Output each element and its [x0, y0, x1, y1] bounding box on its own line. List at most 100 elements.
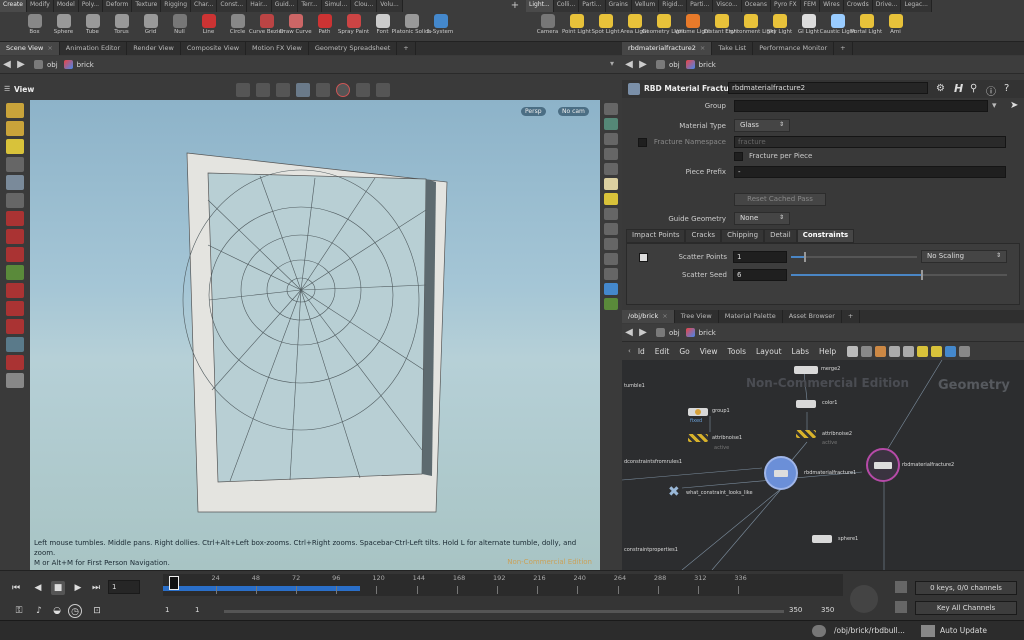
tile-icon[interactable] — [903, 345, 915, 357]
jump-end-icon[interactable]: ⏭ — [89, 581, 103, 595]
menu-edit[interactable]: Edit — [655, 347, 670, 356]
back-arrow-icon[interactable]: ◀ — [0, 59, 14, 70]
shelf-tab-oceans[interactable]: Oceans — [741, 0, 771, 12]
headlight-icon[interactable] — [604, 193, 618, 205]
shelf-tab-parti[interactable]: Parti... — [579, 0, 606, 12]
palette-icon[interactable] — [889, 345, 901, 357]
light-bulb-icon[interactable] — [604, 178, 618, 190]
tool-caustic-light[interactable]: Caustic Light — [820, 12, 855, 42]
wrench-icon[interactable] — [847, 345, 859, 357]
scaling-menu[interactable]: No Scaling ⇕ — [921, 250, 1007, 263]
select-points-icon[interactable] — [6, 121, 24, 136]
menu-labs[interactable]: Labs — [792, 347, 809, 356]
ruler-icon[interactable] — [604, 268, 618, 280]
node-merge2[interactable] — [794, 366, 818, 374]
tool-camera[interactable]: Camera — [533, 12, 562, 42]
update-mode-icon[interactable] — [921, 625, 935, 637]
shelf-tab-guid[interactable]: Guid... — [271, 0, 299, 12]
scatter-points-field[interactable]: 1 — [733, 251, 787, 263]
fracture-per-piece-checkbox[interactable] — [734, 152, 743, 161]
range-icon[interactable]: ⊡ — [90, 604, 104, 618]
tool-volume-light[interactable]: Volume Light — [675, 12, 710, 42]
display-options-icon[interactable] — [316, 83, 330, 97]
shelf-tab-rigging[interactable]: Rigging — [161, 0, 192, 12]
shelf-tab-poly[interactable]: Poly... — [78, 0, 104, 12]
render-region-icon[interactable] — [336, 83, 350, 97]
display-icon[interactable] — [604, 103, 618, 115]
tool-portal-light[interactable]: Portal Light — [851, 12, 882, 42]
tool-spray-paint[interactable]: Spray Paint — [338, 12, 369, 42]
menu-tools[interactable]: Tools — [728, 347, 746, 356]
end-frame-field[interactable]: 350 — [786, 604, 814, 616]
key-all-channels-button[interactable]: Key All Channels — [915, 601, 1017, 615]
window-frame-model[interactable] — [30, 100, 600, 570]
shelf-tab-vellum[interactable]: Vellum — [631, 0, 660, 12]
shelf-tab-const[interactable]: Const... — [217, 0, 248, 12]
tab-performance-monitor[interactable]: Performance Monitor — [753, 42, 835, 55]
tab-geometry-spreadsheet[interactable]: Geometry Spreadsheet — [309, 42, 398, 55]
tool-geometry-light[interactable]: Geometry Light — [642, 12, 685, 42]
point-display-icon[interactable] — [604, 148, 618, 160]
brush-icon[interactable] — [6, 319, 24, 334]
node-attribnoise1[interactable] — [688, 434, 708, 442]
tool-tube[interactable]: Tube — [78, 12, 107, 42]
node-attribnoise2[interactable] — [796, 430, 816, 438]
range-slider[interactable] — [224, 610, 784, 613]
tab-take-list[interactable]: Take List — [712, 42, 754, 55]
shelf-tab-terr[interactable]: Terr... — [298, 0, 322, 12]
pencil-icon[interactable] — [604, 238, 618, 250]
help-h-icon[interactable]: H — [954, 82, 963, 95]
tool-curve-bezier[interactable]: Curve Bezier — [249, 12, 284, 42]
timeline-ruler[interactable]: 24 48 72 96 120 144 168 192 216 240 264 288 312 336 — [163, 574, 843, 596]
view-menu-icon[interactable]: ☰ — [4, 85, 10, 93]
path-dropdown-icon[interactable]: ▾ — [610, 59, 614, 68]
sphere-display-icon[interactable] — [604, 283, 618, 295]
subtab-chipping[interactable]: Chipping — [721, 229, 765, 243]
tool-null[interactable]: Null — [165, 12, 194, 42]
forward-arrow-icon[interactable]: ▶ — [14, 59, 28, 70]
playhead[interactable] — [169, 576, 179, 590]
scatter-seed-slider-knob[interactable] — [920, 270, 923, 280]
tool-environment-light[interactable]: Environment Light — [725, 12, 776, 42]
keyframe-icon[interactable]: ⚿ — [12, 604, 26, 618]
info-icon[interactable]: ⓘ — [986, 83, 996, 98]
tool-gi-light[interactable]: GI Light — [794, 12, 823, 42]
node-rbdmaterialfracture1[interactable] — [764, 456, 798, 490]
tab-material-palette[interactable]: Material Palette — [719, 310, 783, 323]
color-icon[interactable] — [945, 345, 957, 357]
key-wheel-icon[interactable] — [850, 585, 878, 613]
menu-layout[interactable]: Layout — [756, 347, 782, 356]
start-frame-field-2[interactable]: 1 — [192, 604, 220, 616]
scatter-seed-field[interactable]: 6 — [733, 269, 787, 281]
stop-icon[interactable]: ■ — [51, 581, 65, 595]
shelf-tab-char[interactable]: Char... — [191, 0, 218, 12]
shelf-tab-legac[interactable]: Legac... — [901, 0, 932, 12]
shelf-tab-model[interactable]: Model — [53, 0, 79, 12]
menu-id[interactable]: Id — [638, 347, 645, 356]
shelf-tab-pyro-fx[interactable]: Pyro FX — [771, 0, 801, 12]
shelf-tab-wires[interactable]: Wires — [820, 0, 844, 12]
path-crumb-brick[interactable]: brick — [685, 328, 716, 337]
tab-motion-fx-view[interactable]: Motion FX View — [246, 42, 309, 55]
group-dropdown-icon[interactable]: ▾ — [992, 101, 997, 111]
numbers-icon[interactable] — [604, 253, 618, 265]
view-tool-icon[interactable] — [6, 337, 24, 352]
path-crumb-obj[interactable]: obj — [656, 60, 680, 69]
snapshot-icon[interactable] — [356, 83, 370, 97]
node-color1[interactable] — [796, 400, 816, 408]
handle-icon[interactable] — [6, 193, 24, 208]
chat-icon[interactable] — [812, 625, 826, 637]
tab-obj-brick[interactable]: /obj/brick × — [622, 310, 675, 323]
timer-icon[interactable]: ◷ — [68, 604, 82, 618]
tab-animation-editor[interactable]: Animation Editor — [60, 42, 128, 55]
tool-point-light[interactable]: Point Light — [562, 12, 591, 42]
tab-rbdmaterialfracture2[interactable]: rbdmaterialfracture2 × — [622, 42, 713, 55]
tool-l-system[interactable]: L-System — [426, 12, 455, 42]
jump-start-icon[interactable]: ⏮ — [9, 581, 23, 595]
translate-icon[interactable] — [6, 211, 24, 226]
template-icon[interactable] — [604, 208, 618, 220]
path-crumb-obj[interactable]: obj — [656, 328, 680, 337]
realtime-icon[interactable]: ◒ — [50, 604, 64, 618]
subtab-impact-points[interactable]: Impact Points — [626, 229, 686, 243]
tool-path[interactable]: Path — [310, 12, 339, 42]
